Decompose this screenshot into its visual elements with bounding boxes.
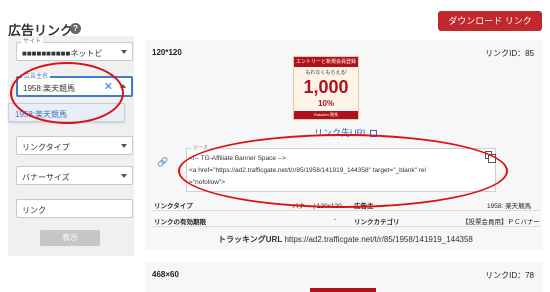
tracking-url-row: トラッキングURL https://ad2.trafficgate.net/t/… [218,234,473,245]
banner-amount: 1,000 [303,77,349,97]
banner-size-select[interactable]: バナーサイズ [16,166,133,185]
tracking-url[interactable]: https://ad2.trafficgate.net/t/r/85/1958/… [284,235,472,244]
link-card: 468×60 リンクID：78 [146,262,542,292]
site-value: ■■■■■■■■■■ネットビ [22,49,103,58]
help-icon[interactable]: ? [70,23,81,34]
banner-percent: 10% [317,99,334,108]
chevron-down-icon [121,144,127,148]
banner-sub-text: もれなくもらえる! [305,70,347,76]
link-input[interactable]: リンク [16,199,133,218]
valid-key: リンクの有効期限 [154,219,206,226]
link-type-select[interactable]: リンクタイプ [16,136,133,155]
banner-image [310,288,376,292]
link-id: リンクID：78 [485,271,534,280]
info-row: リンクの有効期限 - リンクカテゴリ 【投票会員用】ＰＣバナー [152,212,540,227]
annotation-ellipse [178,134,508,208]
link-type-placeholder: リンクタイプ [22,143,70,152]
category-value: 【投票会員用】ＰＣバナー [462,219,540,226]
valid-value: - [334,216,337,223]
site-label: サイト [21,38,44,46]
annotation-ellipse [10,62,124,124]
banner-top-text: エントリーと新規会員登録で [294,57,358,75]
banner-size-placeholder: バナーサイズ [22,173,70,182]
chevron-down-icon [121,174,127,178]
search-button[interactable]: 表示 [40,230,100,246]
download-links-button[interactable]: ダウンロード リンク [438,11,542,31]
banner-size-label: 468×60 [152,270,179,279]
banner-footer: Rakuten 競馬 [294,111,358,119]
link-chain-icon: 🔗 [157,157,169,167]
chevron-down-icon [121,50,127,54]
category-key: リンクカテゴリ [354,219,400,226]
link-id: リンクID：85 [485,49,534,58]
link-placeholder: リンク [22,206,46,215]
advertiser-value: 1958: 楽天競馬 [487,203,532,210]
site-select[interactable]: サイト ■■■■■■■■■■ネットビ [16,38,133,61]
tracking-url-label: トラッキングURL [218,235,283,244]
banner-image: エントリーと新規会員登録で もれなくもらえる! 1,000 10% Rakute… [293,56,359,120]
link-type-key: リンクタイプ [154,203,193,210]
banner-size-label: 120*120 [152,48,182,57]
